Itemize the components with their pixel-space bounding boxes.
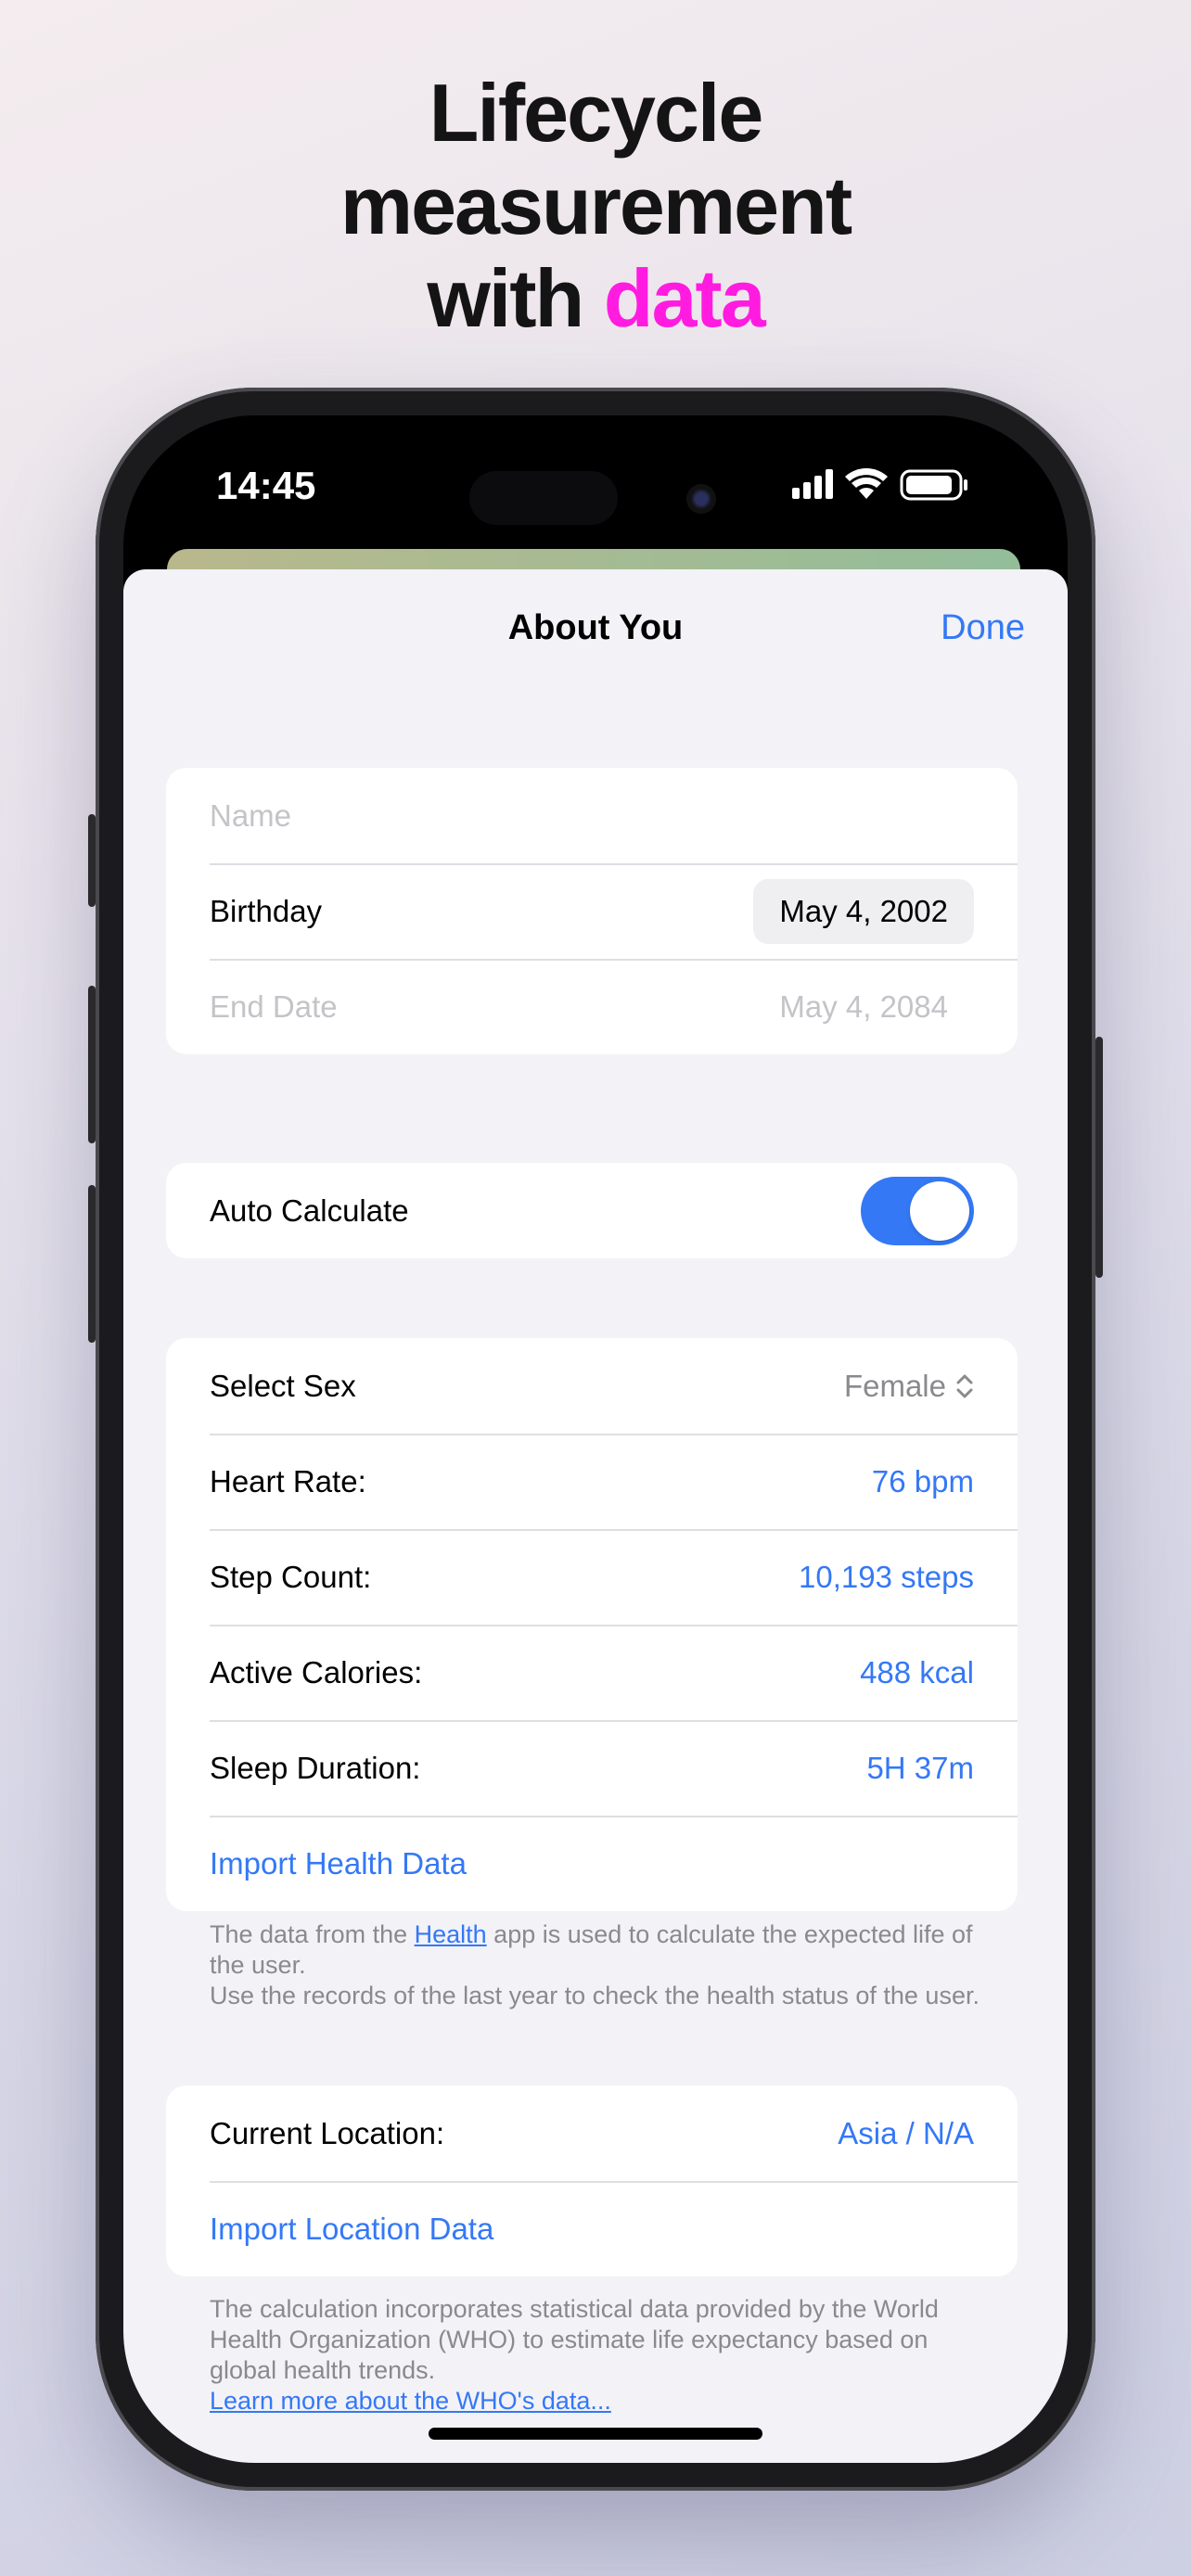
auto-calculate-label: Auto Calculate [210,1192,409,1228]
current-location-value[interactable]: Asia / N/A [838,2116,974,2151]
heart-rate-row: Heart Rate: 76 bpm [166,1434,1018,1529]
auto-calculate-row: Auto Calculate [166,1163,1018,1258]
health-footnote: The data from the Health app is used to … [210,1919,980,2011]
status-time: 14:45 [216,464,316,507]
phone-frame: 14:45 About You Done Name Birthday May 4… [88,388,1103,2491]
select-sex-row: Select Sex Female [166,1338,1018,1434]
import-health-row: Import Health Data [166,1816,1018,1911]
headline-line-3: with data [0,252,1191,345]
end-date-row: End Date May 4, 2084 [166,959,1018,1054]
auto-calculate-toggle[interactable] [861,1176,974,1245]
sleep-duration-value[interactable]: 5H 37m [866,1751,974,1786]
select-sex-label: Select Sex [210,1368,356,1403]
current-location-label: Current Location: [210,2115,445,2150]
battery-icon [900,469,967,501]
done-button[interactable]: Done [941,608,1025,648]
end-date-value: May 4, 2084 [779,988,948,1024]
health-footnote-prefix: The data from the [210,1920,415,1948]
location-footnote: The calculation incorporates statistical… [210,2294,980,2417]
step-count-value[interactable]: 10,193 steps [799,1560,974,1595]
sleep-duration-row: Sleep Duration: 5H 37m [166,1720,1018,1816]
chevron-up-down-icon [956,1374,973,1397]
who-data-link[interactable]: Learn more about the WHO's data... [210,2387,611,2415]
import-health-data-button[interactable]: Import Health Data [210,1846,974,1881]
step-count-row: Step Count: 10,193 steps [166,1529,1018,1625]
heart-rate-value[interactable]: 76 bpm [872,1464,974,1499]
home-indicator[interactable] [429,2428,762,2440]
profile-group: Name Birthday May 4, 2002 End Date May 4… [166,768,1018,1054]
headline-line-1: Lifecycle [429,67,764,159]
power-button [1095,1037,1103,1278]
current-location-row: Current Location: Asia / N/A [166,2085,1018,2181]
dynamic-island [469,471,618,525]
headline-line-2: measurement [339,159,852,251]
active-calories-row: Active Calories: 488 kcal [166,1625,1018,1720]
auto-calculate-group: Auto Calculate [166,1163,1018,1258]
name-input[interactable]: Name [210,798,974,834]
birthday-date-picker[interactable]: May 4, 2002 [753,878,974,944]
headline-accent-word: data [603,252,766,344]
volume-up-button [88,986,96,1143]
front-camera-icon [686,484,716,514]
active-calories-value[interactable]: 488 kcal [860,1655,974,1690]
marketing-headline: Lifecycle measurement with data [0,67,1191,345]
about-you-sheet: About You Done Name Birthday May 4, 2002… [123,569,1068,2463]
sleep-duration-label: Sleep Duration: [210,1750,421,1785]
sheet-title: About You [507,608,684,647]
birthday-label: Birthday [210,893,323,928]
heart-rate-label: Heart Rate: [210,1463,366,1498]
active-calories-label: Active Calories: [210,1654,423,1690]
toggle-knob [910,1180,969,1241]
wifi-icon [845,468,888,499]
location-footnote-text: The calculation incorporates statistical… [210,2295,939,2384]
import-location-row: Import Location Data [166,2181,1018,2276]
name-row: Name [166,768,1018,863]
location-group: Current Location: Asia / N/A Import Loca… [166,2085,1018,2276]
volume-down-button [88,1185,96,1343]
health-group: Select Sex Female Heart Rate: 76 bpm Ste… [166,1338,1018,1911]
phone-screen: 14:45 About You Done Name Birthday May 4… [123,415,1068,2463]
health-footnote-line-2: Use the records of the last year to chec… [210,1982,980,2009]
sex-picker[interactable]: Female [844,1369,974,1404]
import-location-data-button[interactable]: Import Location Data [210,2212,974,2247]
headline-line-3-prefix: with [427,252,604,344]
sex-value: Female [843,1368,946,1403]
health-app-link[interactable]: Health [415,1920,487,1948]
birthday-row: Birthday May 4, 2002 [166,863,1018,959]
step-count-label: Step Count: [210,1559,372,1594]
end-date-label: End Date [210,988,338,1024]
cellular-signal-icon [792,469,833,499]
status-icons [792,468,967,501]
action-button [88,814,96,907]
